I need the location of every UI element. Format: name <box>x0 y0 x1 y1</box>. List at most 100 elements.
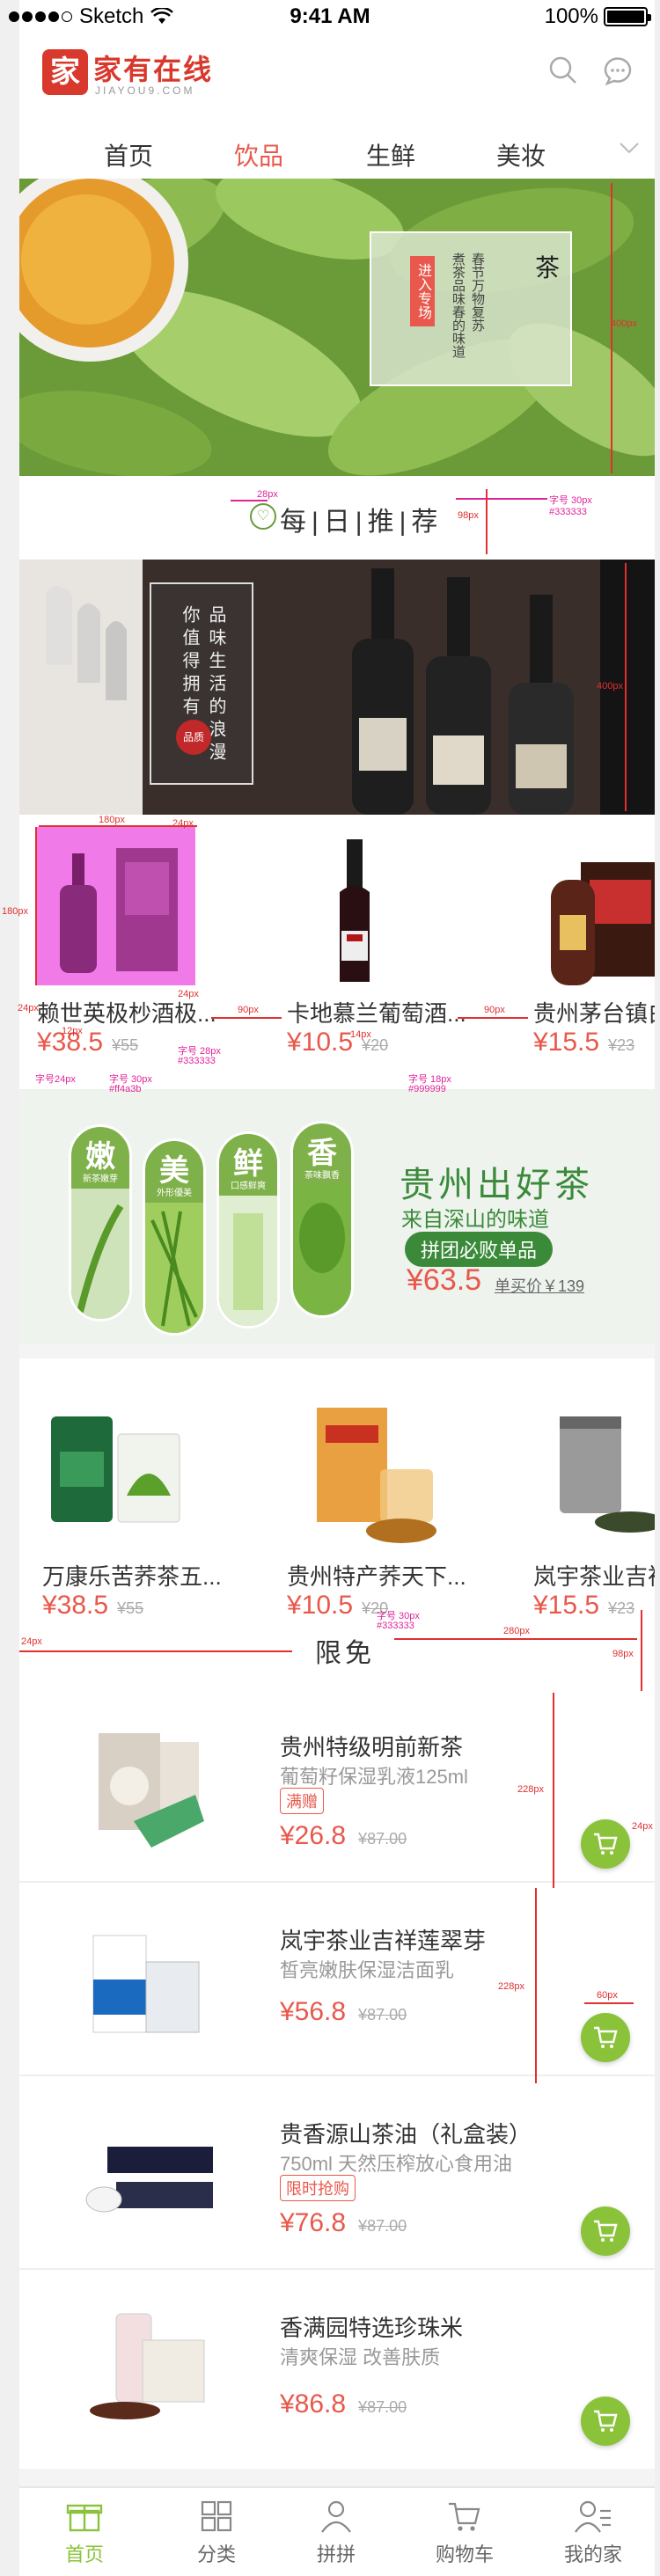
free-section-header: 限免 <box>19 1617 655 1687</box>
product-price: ¥10.5 ¥20 <box>287 1028 388 1057</box>
add-to-cart-button[interactable] <box>581 1819 630 1869</box>
promo-title: 贵州出好茶 <box>400 1166 593 1204</box>
measure-label: 228px <box>517 1784 544 1795</box>
item-thumbnail <box>90 2313 205 2419</box>
measure-line <box>535 1888 537 2083</box>
measure-line <box>394 1638 637 1640</box>
price-value: ¥15.5 <box>533 1028 600 1057</box>
tabbar-group-buy[interactable]: 拼拼 <box>283 2499 389 2567</box>
measure-label: 12px <box>62 1026 83 1036</box>
tea-promo-banner[interactable]: 嫩 新茶嫩芽 美 外形優美 鲜 口感鲜爽 香 茶味飘香 贵州出好茶 来自深山的味… <box>19 1089 655 1344</box>
list-item[interactable]: 香满园特选珍珠米 清爽保湿 改善肤质 ¥86.8 ¥87.00 <box>19 2270 655 2463</box>
measure-label: 24px <box>632 1821 653 1832</box>
tab-drinks[interactable]: 饮品 <box>206 137 312 172</box>
price-value: ¥38.5 <box>42 1591 109 1620</box>
item-desc: 皙亮嫩肤保湿洁面乳 <box>280 1959 455 1981</box>
price-value: ¥26.8 <box>280 1821 347 1850</box>
battery-icon <box>604 7 651 26</box>
search-icon[interactable] <box>547 55 579 86</box>
original-price: ¥87.00 <box>358 2398 407 2416</box>
product-price: ¥15.5 ¥23 <box>533 1591 634 1621</box>
tab-fresh[interactable]: 生鲜 <box>338 137 444 172</box>
feature-pill: 嫩 新茶嫩芽 <box>69 1124 132 1321</box>
product-row-1: 赖世英极杪酒极... ¥38.5 ¥55 卡地慕兰葡萄酒... ¥10.5 ¥20 … <box>19 818 655 1082</box>
list-item[interactable]: 贵香源山茶油（礼盒装） 750ml 天然压榨放心食用油 限时抢购 ¥76.8 ¥8… <box>19 2076 655 2270</box>
product-price: ¥38.5 ¥55 <box>42 1591 143 1621</box>
product-name: 万康乐苦荞茶五... <box>42 1563 222 1590</box>
original-price: ¥87.00 <box>358 2217 407 2235</box>
quality-seal: 品质 <box>176 720 211 755</box>
free-section-title: 限免 <box>315 1639 375 1668</box>
product-row-2: 万康乐苦荞茶五... ¥38.5 ¥55 贵州特产荞天下... ¥10.5 ¥20 … <box>19 1381 655 1645</box>
left-margin <box>0 0 19 2576</box>
battery-percent: 100% <box>544 4 598 28</box>
wine-banner-card: 品味生活的浪漫 你值得拥有 品质 <box>150 582 253 785</box>
chevron-down-icon[interactable] <box>618 141 641 155</box>
measure-label: 24px <box>18 1003 39 1014</box>
enter-special-badge[interactable]: 进入专场 <box>410 256 435 326</box>
wine-banner[interactable]: 品味生活的浪漫 你值得拥有 品质 <box>19 560 655 815</box>
tabbar-label: 分类 <box>196 2543 236 2565</box>
chat-icon[interactable] <box>602 55 634 86</box>
logo-mark: 家 <box>42 49 88 95</box>
tabbar-cart[interactable]: 购物车 <box>412 2499 517 2567</box>
measure-label: #333333 <box>377 1621 414 1631</box>
promo-subtitle: 来自深山的味道 <box>401 1208 549 1232</box>
measure-label: 28px <box>257 489 278 500</box>
original-price: ¥55 <box>112 1036 139 1054</box>
list-item[interactable]: 贵州特级明前新茶 葡萄籽保湿乳液125ml 满赠 ¥26.8 ¥87.00 <box>19 1689 655 1883</box>
list-item[interactable]: 岚宇茶业吉祥莲翠芽 皙亮嫩肤保湿洁面乳 ¥56.8 ¥87.00 <box>19 1883 655 2076</box>
profile-icon <box>575 2500 611 2533</box>
product-price: ¥38.5 ¥55 <box>37 1028 138 1057</box>
wine-bottles-image <box>19 560 655 815</box>
add-to-cart-button[interactable] <box>581 2206 630 2256</box>
price-value: ¥56.8 <box>280 1997 347 2026</box>
tab-home[interactable]: 首页 <box>76 137 181 172</box>
measure-line <box>19 1650 292 1652</box>
price-value: ¥76.8 <box>280 2208 347 2237</box>
product-image <box>560 1416 655 1533</box>
product-price: ¥15.5 ¥23 <box>533 1028 634 1057</box>
tabbar-label: 拼拼 <box>316 2543 356 2565</box>
item-title: 岚宇茶业吉祥莲翠芽 <box>280 1928 487 1954</box>
measure-label: 400px <box>597 681 623 692</box>
status-bar: Sketch 9:41 AM 100% <box>0 0 660 35</box>
measure-label: 180px <box>99 815 125 825</box>
original-price: ¥55 <box>117 1599 144 1617</box>
tabbar-label: 首页 <box>64 2543 104 2565</box>
battery-area: 100% <box>544 4 651 29</box>
users-icon <box>321 2500 351 2533</box>
pill-sub: 茶味飘香 <box>304 1171 340 1181</box>
original-price: ¥23 <box>608 1599 635 1617</box>
group-buy-button[interactable]: 拼团必败单品 <box>405 1232 554 1267</box>
feature-pill: 美 外形優美 <box>143 1138 206 1336</box>
tab-beauty[interactable]: 美妆 <box>468 137 574 172</box>
pill-sub: 新茶嫩芽 <box>83 1175 118 1184</box>
add-to-cart-button[interactable] <box>581 2397 630 2446</box>
item-tag: 满赠 <box>280 1788 324 1814</box>
tea-banner-title: 茶 <box>535 254 561 282</box>
add-to-cart-button[interactable] <box>581 2013 630 2062</box>
product-image <box>551 862 655 985</box>
single-buy-price[interactable]: 单买价￥139 <box>495 1274 584 1297</box>
product-name: 岚宇茶业吉祥 <box>533 1563 655 1590</box>
tabbar-category[interactable]: 分类 <box>164 2499 269 2567</box>
measure-label: 60px <box>597 1990 618 2001</box>
grid-icon <box>201 2500 232 2532</box>
logo-text: 家有在线 <box>93 54 214 85</box>
product-image <box>340 839 370 982</box>
pill-sub: 外形優美 <box>157 1189 192 1198</box>
item-thumbnail <box>92 1935 200 2033</box>
feature-pill: 鲜 口感鲜爽 <box>216 1131 280 1328</box>
tabbar-label: 购物车 <box>435 2543 494 2565</box>
tabbar-profile[interactable]: 我的家 <box>540 2499 646 2567</box>
cart-icon <box>594 2410 618 2432</box>
original-price: ¥87.00 <box>358 1830 407 1848</box>
product-image <box>37 827 195 985</box>
measure-label: 24px <box>178 989 199 999</box>
pill-char: 鲜 <box>233 1147 263 1181</box>
tabbar-home[interactable]: 首页 <box>32 2499 137 2567</box>
app-screen: Sketch 9:41 AM 100% 家 家有在线 JIAYOU9.COM 首… <box>0 0 660 2576</box>
tea-banner[interactable]: 进入专场 茶 春节万物复苏 煮茶品味春的味道 <box>19 179 655 476</box>
measure-line <box>553 1693 554 1888</box>
